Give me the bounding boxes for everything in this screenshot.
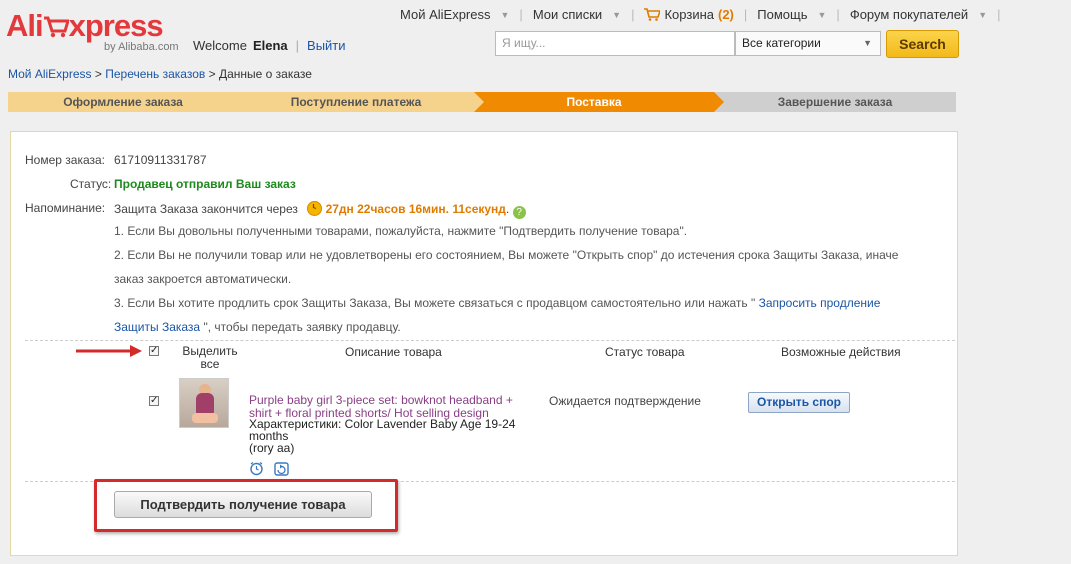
logo-text-xpress: xpress: [68, 8, 164, 43]
nav-my-aliexpress[interactable]: Мой AliExpress ▼: [400, 7, 509, 22]
divider: |: [631, 7, 635, 22]
nav-cart-label: Корзина: [664, 7, 714, 22]
step-payment: Поступление платежа: [238, 92, 484, 112]
clock-icon: [307, 201, 323, 216]
chevron-down-icon: ▼: [863, 38, 872, 48]
request-extension-link[interactable]: Запросить продление: [759, 296, 881, 310]
column-header-actions: Возможные действия: [781, 345, 901, 359]
note-1: 1. Если Вы довольны полученными товарами…: [114, 224, 688, 238]
step-arrow: [714, 92, 724, 112]
step-completed: Завершение заказа: [714, 92, 956, 112]
step-shipping: Поставка: [474, 92, 724, 112]
step-label: Поступление платежа: [290, 95, 422, 109]
chevron-down-icon: ▼: [500, 9, 510, 20]
protection-timer: 27дн 22часов 16мин. 11секунд: [325, 202, 506, 216]
note-3-text: 3. Если Вы хотите продлить срок Защиты З…: [114, 296, 756, 310]
select-all-checkbox[interactable]: ✓: [149, 346, 159, 356]
order-number-label: Номер заказа:: [25, 153, 106, 167]
column-header-description: Описание товара: [345, 345, 442, 359]
reminder-label: Напоминание:: [25, 201, 106, 215]
divider: [25, 340, 955, 341]
user-name: Elena: [252, 38, 288, 53]
status-label: Статус:: [70, 177, 112, 191]
cart-count-badge: (2): [718, 7, 734, 22]
column-header-status: Статус товара: [605, 345, 685, 359]
step-label: Поставка: [566, 95, 622, 109]
request-extension-link-cont[interactable]: Защиты Заказа: [114, 320, 200, 334]
nav-forum[interactable]: Форум покупателей ▼: [850, 7, 987, 22]
nav-help-label: Помощь: [757, 7, 808, 22]
top-navigation: Мой AliExpress ▼ | Мои списки ▼ | Корзина (…: [400, 7, 1011, 22]
note-3b: Защиты Заказа ", чтобы передать заявку п…: [114, 315, 401, 339]
nav-cart[interactable]: Корзина (2): [644, 7, 734, 22]
divider: |: [997, 7, 1001, 22]
step-arrow: [238, 92, 248, 112]
note-2a: 2. Если Вы не получили товар или не удов…: [114, 248, 899, 262]
divider: |: [519, 7, 523, 22]
product-thumbnail[interactable]: [179, 378, 229, 428]
note-2b: заказ закроется автоматически.: [114, 272, 292, 286]
logout-link[interactable]: Выйти: [307, 38, 346, 53]
welcome-area: Welcome Elena | Выйти: [193, 38, 346, 53]
nav-my-aliexpress-label: Мой AliExpress: [400, 7, 491, 22]
divider: |: [743, 7, 748, 22]
breadcrumb-orders[interactable]: Перечень заказов: [105, 67, 205, 81]
category-select-value: Все категории: [742, 36, 821, 50]
extend-protection-icon[interactable]: [274, 461, 289, 476]
chevron-down-icon: ▼: [978, 9, 988, 20]
order-progress-steps: Оформление заказа Поступление платежа По…: [8, 92, 956, 112]
confirm-receipt-button[interactable]: Подтвердить получение товара: [114, 491, 372, 518]
thumbnail-figure-legs: [192, 413, 218, 423]
chevron-down-icon: ▼: [817, 9, 827, 20]
product-attributes: Характеристики: Color Lavender Baby Age …: [249, 418, 529, 454]
breadcrumb-home[interactable]: Мой AliExpress: [8, 67, 92, 81]
alarm-clock-icon[interactable]: [249, 461, 264, 476]
note-3a: 3. Если Вы хотите продлить срок Защиты З…: [114, 291, 880, 315]
nav-my-lists[interactable]: Мои списки ▼: [533, 7, 621, 22]
welcome-text: Welcome: [193, 38, 247, 53]
divider: |: [836, 7, 840, 22]
reminder-text: Защита Заказа закончится через: [114, 202, 298, 216]
chevron-down-icon: ▼: [612, 9, 622, 20]
reminder: Защита Заказа закончится через 27дн 22ча…: [114, 201, 526, 219]
red-arrow-annotation: [76, 345, 142, 357]
nav-my-lists-label: Мои списки: [532, 7, 603, 22]
breadcrumb: Мой AliExpress > Перечень заказов > Данн…: [8, 67, 312, 81]
select-all-line-2: все: [200, 357, 220, 371]
order-number: 61710911331787: [114, 153, 207, 167]
cart-logo-icon: [43, 8, 70, 43]
step-label: Завершение заказа: [777, 95, 893, 109]
cart-icon: [644, 8, 661, 21]
logo-subtitle: by Alibaba.com: [104, 41, 179, 53]
nav-forum-label: Форум покупателей: [849, 7, 969, 22]
nav-help[interactable]: Помощь ▼: [757, 7, 826, 22]
open-dispute-button[interactable]: Открыть спор: [748, 392, 850, 413]
aliexpress-logo[interactable]: Ali xpress: [6, 8, 164, 43]
step-order-placed: Оформление заказа: [8, 92, 248, 112]
step-arrow: [474, 92, 484, 112]
breadcrumb-separator: >: [208, 67, 216, 81]
product-attributes-text: Характеристики: Color Lavender Baby Age …: [249, 417, 516, 443]
category-select[interactable]: Все категории ▼: [735, 31, 881, 56]
seller-name: (rory aa): [249, 441, 295, 455]
select-all-label: Выделить все: [181, 345, 239, 371]
divider: |: [295, 38, 300, 53]
help-icon[interactable]: ?: [512, 206, 526, 219]
step-label: Оформление заказа: [63, 95, 183, 109]
logo-text-ali: Ali: [6, 8, 44, 43]
note-3-text-end: ", чтобы передать заявку продавцу.: [203, 320, 401, 334]
item-status: Ожидается подтверждение: [549, 394, 701, 408]
timer-suffix: .: [505, 202, 510, 216]
item-checkbox[interactable]: ✓: [149, 396, 159, 406]
search-button[interactable]: Search: [886, 30, 959, 58]
order-status: Продавец отправил Ваш заказ: [114, 177, 296, 191]
breadcrumb-separator: >: [94, 67, 102, 81]
search-input[interactable]: Я ищу...: [495, 31, 735, 56]
breadcrumb-current: Данные о заказе: [218, 67, 312, 81]
thumbnail-figure-body: [196, 393, 214, 415]
